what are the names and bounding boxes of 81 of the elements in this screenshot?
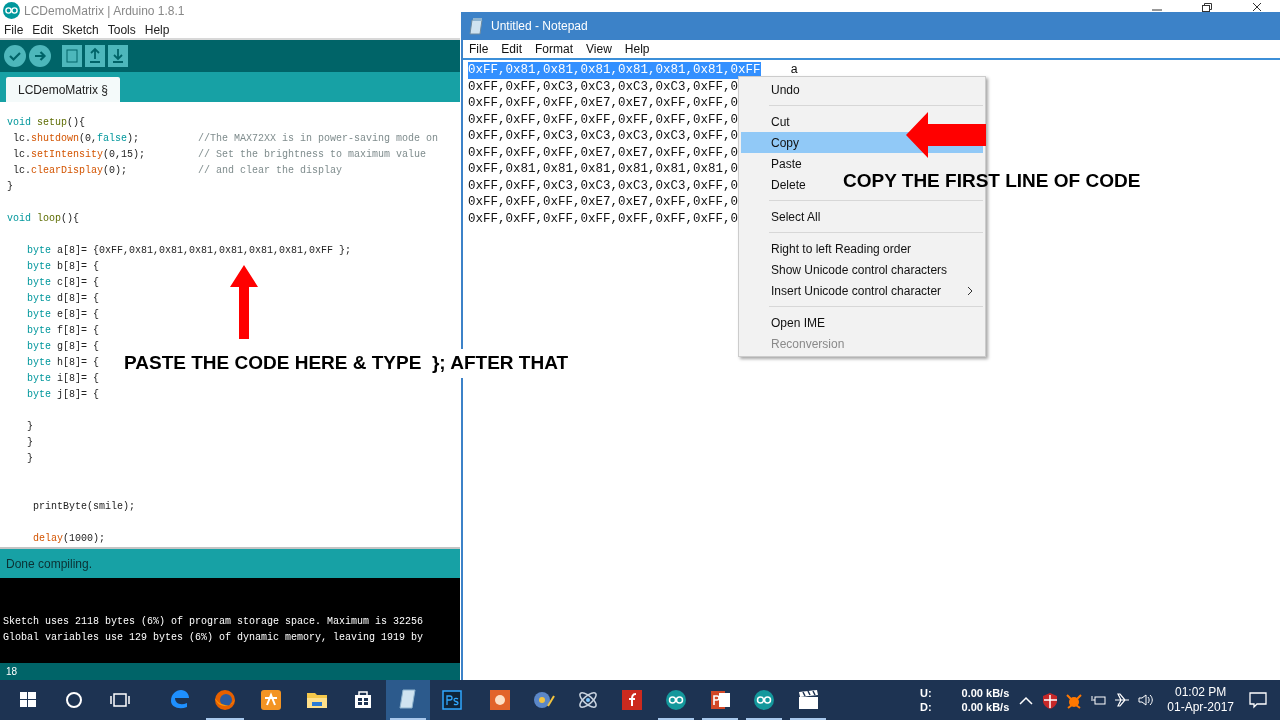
text-line: 0xFF,0xFF,0xC3,0xC3,0xC3,0xC3,0xFF,0 (468, 78, 739, 95)
window-title: Untitled - Notepad (491, 18, 588, 35)
code-line: lc.clearDisplay(0); (13, 164, 129, 178)
code-line: byte f[8]= { (27, 324, 100, 338)
menu-item[interactable]: Open IME (771, 313, 826, 332)
code-line: void setup(){ (7, 116, 86, 130)
text-line: 0xFF,0xFF,0xFF,0xFF,0xFF,0xFF,0xFF,0 (468, 111, 739, 128)
line-number: 18 (6, 665, 18, 679)
menu-item[interactable]: View (586, 40, 612, 58)
menu-item[interactable]: Tools (107, 21, 136, 39)
open-button[interactable] (85, 45, 105, 67)
menu-item[interactable]: Paste (771, 154, 802, 173)
code-line: void loop(){ (7, 212, 80, 226)
menu-item[interactable]: Edit (501, 40, 523, 58)
code-line: } (27, 452, 33, 466)
code-line: byte d[8]= { (27, 292, 100, 306)
code-line: byte a[8]= {0xFF,0x81,0x81,0x81,0x81,0x81,0x81,0xFF }; (27, 244, 352, 258)
code-line: byte e[8]= { (27, 308, 100, 322)
upload-button[interactable] (29, 45, 51, 67)
menu-item[interactable]: Cut (771, 112, 790, 131)
arrow-left-icon (906, 112, 986, 158)
text-line: 0xFF,0xFF,0xFF,0xE7,0xE7,0xFF,0xFF,0 (468, 95, 739, 112)
notepad-icon[interactable] (386, 680, 430, 720)
menu-item[interactable]: Select All (771, 207, 821, 226)
text-line: 0xFF,0xFF,0xFF,0xE7,0xE7,0xFF,0xFF,0 (468, 194, 739, 211)
network-label: D: (919, 700, 932, 714)
network-speed: 0.00 kB/s (961, 700, 1010, 714)
text-line: a (790, 62, 799, 79)
code-line: } (7, 180, 13, 194)
code-comment: // Set the brightness to maximum value (198, 148, 427, 162)
code-line: lc.shutdown(0,false); (13, 132, 141, 146)
verify-button[interactable] (4, 45, 26, 67)
notepad-icon (469, 17, 485, 35)
menu-item[interactable]: Delete (771, 175, 806, 194)
notification-icon[interactable] (1248, 690, 1268, 710)
menu-item[interactable]: Sketch (62, 21, 99, 39)
menu-item[interactable]: Undo (771, 80, 800, 99)
console-line: Global variables use 129 bytes (6%) of dynamic memory, leaving 1919 by (3, 631, 425, 645)
code-line: byte h[8]= { (27, 356, 100, 370)
airplane-icon[interactable] (1113, 691, 1132, 709)
menu-item[interactable]: File (469, 40, 489, 58)
code-line: byte b[8]= { (27, 260, 100, 274)
clock-time[interactable]: 01:02 PM (1174, 685, 1227, 700)
code-line: delay(1000); (33, 532, 106, 546)
arrow-up-icon (230, 265, 258, 339)
annotation-text: PASTE THE CODE HERE & TYPE }; AFTER THAT (124, 349, 569, 378)
code-line: } (27, 436, 33, 450)
editor-tab[interactable]: LCDemoMatrix § (6, 77, 121, 102)
code-line: byte c[8]= { (27, 276, 100, 290)
window-title: LCDemoMatrix | Arduino 1.8.1 (24, 3, 185, 20)
code-line: byte j[8]= { (27, 388, 100, 402)
menu-item[interactable]: Edit (32, 21, 54, 39)
menu-item[interactable]: Help (624, 40, 650, 58)
code-line: byte g[8]= { (27, 340, 100, 354)
network-speed: 0.00 kB/s (961, 686, 1010, 700)
code-line: lc.setIntensity(0,15); (13, 148, 147, 162)
menu-item[interactable]: Right to left Reading order (771, 239, 912, 258)
speaker-icon[interactable] (1137, 691, 1156, 709)
clock-date[interactable]: 01-Apr-2017 (1167, 700, 1234, 715)
text-line: 0xFF,0xFF,0xC3,0xC3,0xC3,0xC3,0xFF,0 (468, 128, 739, 145)
console-line: Sketch uses 2118 bytes (6%) of program storage space. Maximum is 32256 (3, 615, 425, 629)
text-line: 0xFF,0xFF,0xFF,0xFF,0xFF,0xFF,0xFF,0 (468, 210, 739, 227)
code-comment: // and clear the display (198, 164, 343, 178)
menu-item[interactable]: Format (535, 40, 574, 58)
status-message: Done compiling. (0, 547, 460, 578)
menu-item[interactable]: Help (144, 21, 170, 39)
code-line: } (27, 420, 33, 434)
text-line: 0xFF,0xFF,0xC3,0xC3,0xC3,0xC3,0xFF,0 (468, 177, 739, 194)
menu-item[interactable]: Insert Unicode control character (771, 281, 942, 300)
menu-item[interactable]: File (4, 21, 24, 39)
shield-icon[interactable] (1041, 691, 1060, 709)
save-button[interactable] (108, 45, 128, 67)
menu-item[interactable]: Show Unicode control characters (771, 260, 948, 279)
chevron-right-icon (967, 285, 973, 296)
code-line: byte i[8]= { (27, 372, 100, 386)
network-label: U: (919, 686, 932, 700)
code-comment: //The MAX72XX is in power-saving mode on (198, 132, 439, 146)
code-line: printByte(smile); (33, 500, 136, 514)
text-line: 0xFF,0x81,0x81,0x81,0x81,0x81,0x81,0 (468, 161, 739, 178)
text-line: 0xFF,0xFF,0xFF,0xE7,0xE7,0xFF,0xFF,0 (468, 144, 739, 161)
annotation-text: COPY THE FIRST LINE OF CODE (843, 169, 1141, 193)
